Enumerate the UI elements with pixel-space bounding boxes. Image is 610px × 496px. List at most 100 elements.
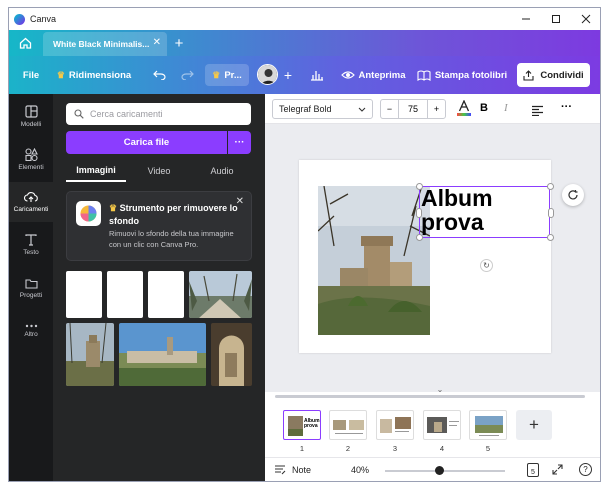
preview-label: Anteprima	[358, 69, 406, 81]
pro-label: Pr...	[224, 69, 242, 81]
tab-audio[interactable]: Audio	[192, 160, 252, 182]
rail-item-uploads[interactable]: Caricamenti	[9, 182, 53, 222]
increase-size-button[interactable]: +	[427, 100, 445, 118]
close-tab-icon[interactable]: ✕	[153, 37, 161, 48]
bold-button[interactable]: B	[480, 102, 488, 114]
uploaded-image-thumbnail[interactable]	[211, 323, 252, 386]
home-button[interactable]	[9, 30, 42, 56]
resize-handle[interactable]	[416, 208, 422, 218]
avatar[interactable]	[257, 64, 278, 85]
page-thumbnail[interactable]	[329, 410, 367, 440]
main-toolbar: File ♛ Ridimensiona ♛ Pr... + Anteprima …	[9, 56, 600, 94]
uploaded-image-thumbnail[interactable]	[66, 271, 102, 318]
zoom-slider-handle[interactable]	[434, 466, 444, 475]
uploaded-image-thumbnail[interactable]	[189, 271, 252, 318]
upload-cloud-icon	[24, 192, 38, 202]
resize-handle[interactable]	[416, 234, 423, 241]
rail-item-templates[interactable]: Modelli	[9, 96, 53, 136]
rail-item-text[interactable]: Testo	[9, 225, 53, 265]
crown-icon: ♛	[212, 69, 221, 80]
uploaded-image-thumbnail[interactable]	[107, 271, 143, 318]
close-promo-icon[interactable]: ✕	[236, 196, 244, 207]
minimize-button[interactable]	[511, 8, 541, 30]
close-window-button[interactable]	[571, 8, 600, 30]
tab-label: White Black Minimalis...	[53, 39, 150, 49]
scrollbar-thumb[interactable]	[275, 395, 585, 398]
collapse-pages-icon[interactable]: ⌄	[433, 386, 447, 394]
new-tab-button[interactable]: +	[168, 32, 190, 54]
undo-icon	[152, 70, 166, 80]
insights-button[interactable]	[305, 56, 329, 94]
template-icon	[24, 104, 38, 118]
document-tab[interactable]: White Black Minimalis... ✕	[43, 32, 167, 56]
italic-button[interactable]: I	[504, 102, 508, 114]
castle-photo[interactable]	[318, 186, 430, 335]
refresh-button[interactable]	[562, 184, 584, 206]
tab-images[interactable]: Immagini	[66, 160, 126, 182]
zoom-slider[interactable]	[385, 470, 505, 472]
resize-handle[interactable]	[416, 183, 423, 190]
redo-button[interactable]	[176, 56, 198, 94]
rotate-handle[interactable]: ↻	[480, 259, 493, 272]
resize-handle[interactable]	[547, 234, 554, 241]
uploaded-image-thumbnail[interactable]	[66, 323, 114, 386]
rail-label: Caricamenti	[13, 206, 49, 213]
promo-title-text: Strumento per rimuovere lo sfondo	[109, 203, 238, 226]
book-icon	[417, 69, 431, 81]
font-family-value: Telegraf Bold	[279, 104, 332, 114]
more-options-button[interactable]: ···	[561, 101, 572, 113]
tab-video[interactable]: Video	[129, 160, 189, 182]
page-count-button[interactable]: 5	[527, 463, 539, 477]
share-button[interactable]: Condividi	[517, 63, 590, 87]
redo-icon	[180, 70, 194, 80]
print-photobook-button[interactable]: Stampa fotolibri	[414, 64, 510, 86]
notes-button[interactable]: Note	[274, 465, 311, 475]
file-menu[interactable]: File	[19, 56, 43, 94]
page-thumbnail[interactable]	[469, 410, 507, 440]
zoom-value[interactable]: 40%	[351, 465, 369, 475]
text-icon	[25, 234, 37, 246]
horizontal-scrollbar[interactable]: ⌄	[265, 386, 600, 401]
decrease-size-button[interactable]: −	[381, 100, 399, 118]
editor-footer: Note 40% 5 ?	[265, 457, 600, 481]
add-collaborator-button[interactable]: +	[280, 56, 296, 94]
pro-button[interactable]: ♛ Pr...	[205, 64, 249, 86]
page-count-value: 5	[531, 469, 535, 476]
upload-more-button[interactable]: ···	[228, 131, 251, 154]
rail-item-elements[interactable]: Elementi	[9, 139, 53, 179]
rail-label: Elementi	[18, 163, 44, 171]
notes-icon	[275, 465, 286, 475]
crown-icon: ♛	[56, 69, 65, 80]
preview-button[interactable]: Anteprima	[334, 64, 412, 86]
font-size-stepper: − 75 +	[380, 99, 446, 119]
eye-icon	[340, 71, 355, 79]
background-remover-icon	[76, 201, 101, 226]
maximize-button[interactable]	[541, 8, 571, 30]
page-number: 4	[439, 444, 445, 453]
text-color-button[interactable]	[456, 99, 472, 118]
help-button[interactable]: ?	[579, 463, 592, 476]
fullscreen-button[interactable]	[552, 464, 563, 477]
align-button[interactable]	[531, 103, 544, 121]
resize-handle[interactable]	[548, 208, 554, 218]
page-number: 3	[392, 444, 398, 453]
undo-button[interactable]	[148, 56, 170, 94]
font-size-input[interactable]: 75	[399, 104, 427, 114]
resize-button[interactable]: ♛ Ridimensiona	[57, 56, 131, 94]
upload-file-button[interactable]: Carica file	[66, 131, 227, 154]
add-page-button[interactable]: +	[516, 410, 552, 440]
page-thumbnail[interactable]	[423, 410, 461, 440]
page-thumbnail[interactable]	[376, 410, 414, 440]
rail-item-projects[interactable]: Progetti	[9, 268, 53, 308]
uploaded-image-thumbnail[interactable]	[119, 323, 206, 386]
uploaded-image-thumbnail[interactable]	[148, 271, 184, 318]
font-family-select[interactable]: Telegraf Bold	[272, 99, 373, 119]
page-number: 1	[299, 444, 305, 453]
search-input[interactable]: Cerca caricamenti	[66, 103, 251, 125]
design-page[interactable]: Album prova ↻	[299, 160, 554, 353]
page-thumbnail[interactable]: Album prova	[283, 410, 321, 440]
rail-item-more[interactable]: Altro	[9, 311, 53, 351]
chevron-down-icon	[358, 107, 366, 112]
design-canvas: Album prova ↻	[265, 124, 600, 392]
resize-handle[interactable]	[547, 183, 554, 190]
